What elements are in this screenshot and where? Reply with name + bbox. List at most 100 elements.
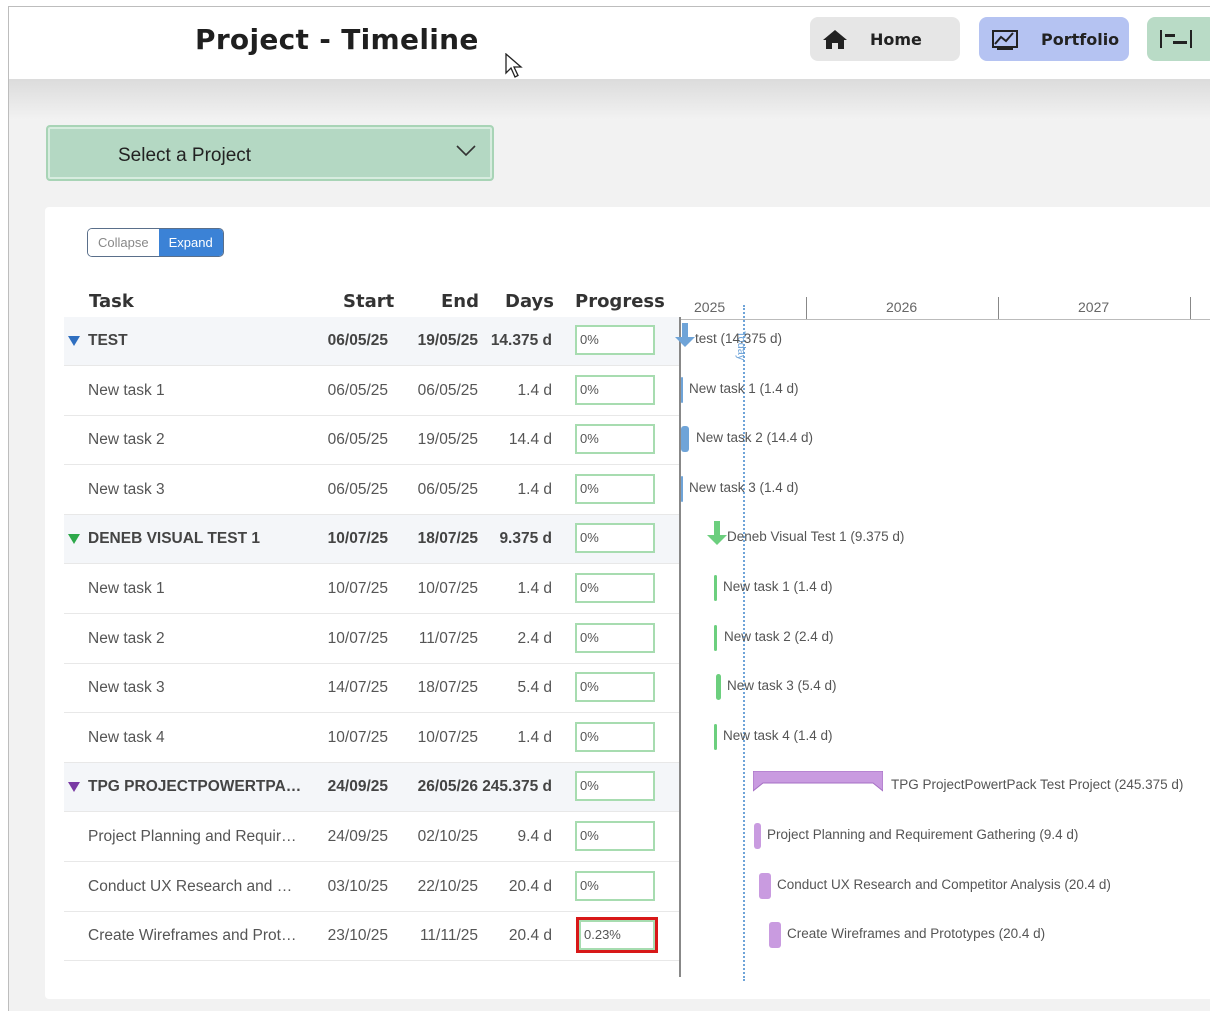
duration-cell: 1.4 d (517, 480, 552, 498)
start-date-cell: 24/09/25 (327, 828, 388, 845)
table-row[interactable]: New task 2 06/05/25 19/05/25 14.4 d 0% (64, 416, 680, 466)
expand-triangle-icon[interactable] (67, 781, 81, 793)
task-name-cell: DENEB VISUAL TEST 1 (88, 530, 260, 548)
progress-input[interactable]: 0% (575, 721, 655, 752)
gantt-year-2026: 2026 (886, 299, 918, 315)
end-date-cell: 10/07/25 (417, 728, 478, 746)
task-name-cell: TEST (88, 332, 128, 349)
gantt-task-bar[interactable] (759, 872, 771, 899)
gantt-task-bar[interactable] (714, 575, 717, 601)
progress-input[interactable]: 0% (575, 821, 655, 851)
table-row[interactable]: New task 1 06/05/25 06/05/25 1.4 d 0% (64, 367, 680, 416)
expand-triangle-icon[interactable] (67, 533, 81, 545)
table-row[interactable]: New task 1 10/07/25 10/07/25 1.4 d 0% (64, 565, 680, 614)
gantt-summary-bar[interactable] (675, 323, 695, 349)
column-header-days[interactable]: Days (505, 291, 554, 312)
table-row[interactable]: Project Planning and Requirement Gatheri… (64, 813, 680, 862)
table-group-row[interactable]: TEST 06/05/25 19/05/25 14.375 d 0% (64, 317, 680, 366)
gantt-task-bar[interactable] (681, 426, 689, 453)
duration-cell: 20.4 d (508, 877, 552, 895)
task-name-cell: New task 2 (88, 431, 165, 449)
progress-input[interactable]: 0.23% (579, 920, 655, 951)
progress-input[interactable]: 0% (575, 473, 655, 504)
gantt-task-bar[interactable] (754, 823, 761, 849)
end-date-cell: 06/05/25 (417, 480, 478, 498)
expand-button[interactable]: Expand (158, 229, 223, 256)
duration-cell: 2.4 d (517, 629, 552, 647)
table-row[interactable]: Conduct UX Research and Competitor Analy… (64, 863, 680, 912)
home-icon (822, 28, 848, 50)
start-date-cell: 10/07/25 (327, 530, 388, 548)
gantt-bar-label: New task 1 (1.4 d) (723, 579, 833, 594)
nav-portfolio-button[interactable]: Portfolio (979, 17, 1129, 61)
gantt-year-2025: 2025 (694, 299, 726, 315)
task-name-cell: Project Planning and Requirement Gatheri… (88, 828, 303, 845)
table-row[interactable]: New task 3 14/07/25 18/07/25 5.4 d 0% (64, 664, 680, 714)
duration-cell: 245.375 d (482, 778, 552, 796)
end-date-cell: 11/11/25 (419, 927, 478, 945)
task-name-cell: New task 2 (88, 629, 165, 647)
gantt-bar-label: Project Planning and Requirement Gatheri… (767, 827, 1079, 842)
start-date-cell: 03/10/25 (327, 877, 388, 895)
gantt-task-bar[interactable] (681, 376, 683, 403)
end-date-cell: 18/07/25 (417, 530, 478, 548)
end-date-cell: 19/05/25 (417, 332, 478, 349)
progress-input[interactable]: 0% (575, 672, 655, 703)
collapse-button[interactable]: Collapse (88, 229, 159, 256)
end-date-cell: 02/10/25 (417, 828, 478, 845)
gantt-task-bar[interactable] (714, 723, 717, 750)
start-date-cell: 06/05/25 (327, 480, 388, 498)
gantt-task-bar[interactable] (716, 674, 721, 701)
gantt-bar-label: Deneb Visual Test 1 (9.375 d) (727, 529, 905, 545)
nav-timeline-button[interactable] (1147, 17, 1210, 61)
column-header-end[interactable]: End (441, 291, 479, 312)
progress-input[interactable]: 0% (575, 573, 655, 603)
start-date-cell: 06/05/25 (327, 332, 388, 349)
task-name-cell: TPG PROJECTPOWERTPACK TEST PROJECT (88, 778, 303, 796)
column-header-progress[interactable]: Progress (575, 291, 665, 312)
gantt-year-tick (1190, 297, 1191, 319)
nav-home-button[interactable]: Home (810, 17, 960, 61)
duration-cell: 1.4 d (517, 580, 552, 597)
table-row[interactable]: New task 2 10/07/25 11/07/25 2.4 d 0% (64, 615, 680, 664)
end-date-cell: 19/05/25 (417, 431, 478, 449)
table-row[interactable]: New task 3 06/05/25 06/05/25 1.4 d 0% (64, 466, 680, 515)
progress-input[interactable]: 0% (575, 771, 655, 802)
header-bar: Project - Timeline Home Portfolio (9, 7, 1210, 80)
table-row[interactable]: New task 4 10/07/25 10/07/25 1.4 d 0% (64, 714, 680, 763)
chart-icon (991, 28, 1019, 50)
gantt-task-bar[interactable] (714, 624, 717, 651)
duration-cell: 14.375 d (490, 332, 552, 349)
gantt-summary-bar[interactable] (707, 521, 727, 547)
nav-home-label: Home (870, 29, 922, 49)
table-group-row[interactable]: TPG PROJECTPOWERTPACK TEST PROJECT 24/09/… (64, 763, 680, 813)
table-row[interactable]: Create Wireframes and Prototypes 23/10/25… (64, 912, 680, 962)
gantt-bar-label: New task 3 (1.4 d) (689, 479, 799, 495)
progress-input[interactable]: 0% (575, 424, 655, 455)
duration-cell: 9.4 d (517, 828, 552, 845)
progress-input[interactable]: 0% (575, 325, 655, 355)
gantt-bar-label: New task 4 (1.4 d) (723, 727, 833, 743)
progress-input[interactable]: 0% (575, 870, 655, 901)
progress-input[interactable]: 0% (575, 523, 655, 554)
duration-cell: 1.4 d (517, 381, 552, 399)
task-name-cell: New task 4 (88, 728, 165, 746)
gantt-year-tick (806, 297, 807, 319)
gantt-task-bar[interactable] (769, 922, 781, 949)
start-date-cell: 23/10/25 (327, 927, 388, 945)
gantt-summary-bar[interactable] (752, 770, 884, 793)
gantt-bar-label: test (14.375 d) (695, 331, 783, 346)
header-shadow-band (9, 80, 1210, 120)
column-header-task[interactable]: Task (89, 291, 134, 312)
progress-input[interactable]: 0% (575, 374, 655, 405)
column-header-start[interactable]: Start (343, 291, 394, 312)
end-date-cell: 10/07/25 (417, 580, 478, 597)
duration-cell: 20.4 d (508, 927, 552, 945)
progress-input[interactable]: 0% (575, 622, 655, 653)
expand-triangle-icon[interactable] (67, 335, 81, 347)
project-select-dropdown[interactable]: Select a Project (46, 125, 494, 181)
end-date-cell: 06/05/25 (417, 381, 478, 399)
gantt-task-bar[interactable] (681, 475, 683, 502)
table-group-row[interactable]: DENEB VISUAL TEST 1 10/07/25 18/07/25 9.375… (64, 515, 680, 565)
gantt-year-tick (998, 297, 999, 319)
